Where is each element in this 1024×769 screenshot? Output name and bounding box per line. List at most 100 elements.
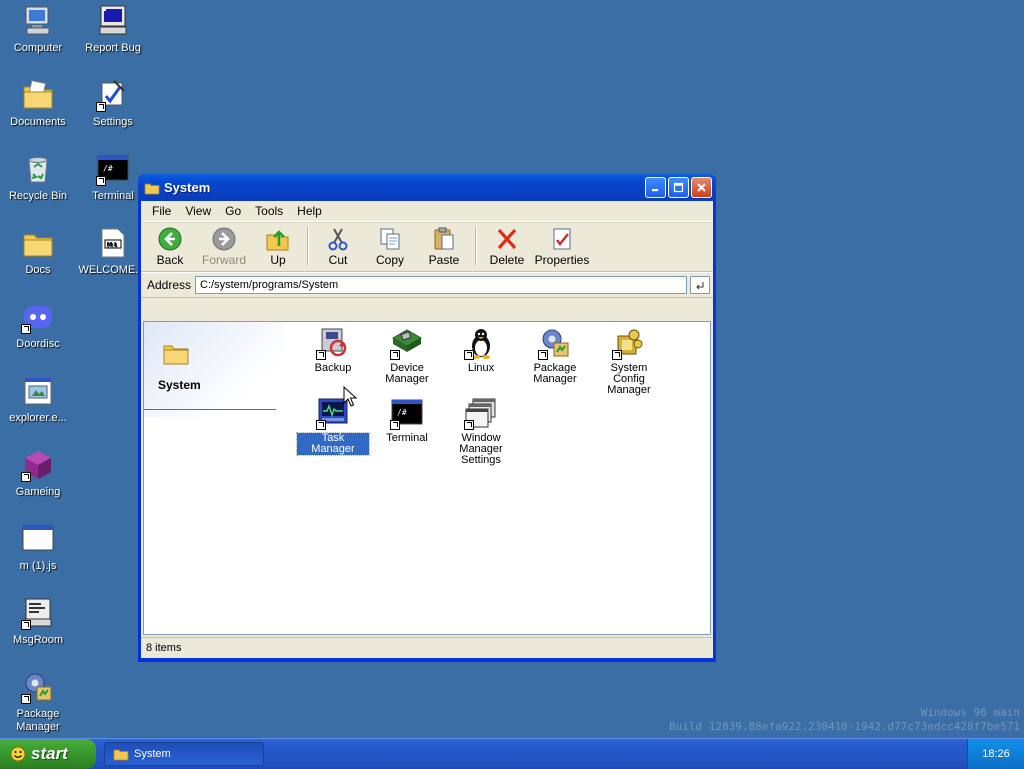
folder-icon [21,226,55,260]
start-label: start [31,744,68,763]
shortcut-arrow-icon [316,350,326,360]
clock[interactable]: 18:26 [982,748,1010,760]
forward-label: Forward [201,253,246,267]
desktop-icon-gameing[interactable]: Gameing [0,448,76,499]
paste-clipboard-icon [431,226,457,252]
delete-button[interactable]: Delete [481,223,533,267]
start-button[interactable]: start [0,739,96,769]
desktop-icon-m-js[interactable]: m (1).js [0,522,76,573]
shortcut-arrow-icon [390,350,400,360]
folder-icon [162,340,190,366]
desktop-icon-msgroom[interactable]: MsgRoom [0,596,76,647]
delete-x-icon [494,226,520,252]
toolbar: Back Forward Up Cut Copy Paste Delete Pr… [141,222,713,272]
desktop-icon-settings[interactable]: Settings [75,78,151,129]
close-button[interactable] [691,177,712,198]
taskbar: start System 18:26 [0,738,1024,769]
doordisc-icon [21,300,55,334]
file-item-terminal[interactable]: /# Terminal [371,396,443,444]
folder-icon [113,749,129,761]
file-item-linux[interactable]: Linux [445,326,517,374]
shortcut-arrow-icon [21,694,31,704]
properties-button[interactable]: Properties [533,223,591,267]
documents-folder-icon [21,78,55,112]
file-view[interactable]: System Backup Device Manager Linux Packa… [143,321,711,635]
file-item-label: Device Manager [385,362,429,385]
desktop-icon-label: Docs [25,264,51,276]
desktop-icon-label: m (1).js [19,560,57,572]
forward-button[interactable]: Forward [195,223,253,267]
file-item-window-manager-settings[interactable]: Window Manager Settings [445,396,517,466]
desktop-icon-explorer-exe[interactable]: explorer.e... [0,374,76,425]
copy-icon [377,226,403,252]
folder-icon [144,181,160,195]
side-panel-title: System [158,378,201,392]
taskbar-item-system[interactable]: System [104,742,264,766]
desktop-icon-doordisc[interactable]: Doordisc [0,300,76,351]
file-item-system-config-manager[interactable]: System Config Manager [593,326,665,396]
copy-button[interactable]: Copy [363,223,417,267]
file-item-package-manager[interactable]: Package Manager [519,326,591,385]
file-item-label: Task Manager [296,432,370,456]
file-item-task-manager[interactable]: Task Manager [296,396,370,456]
system-tray: 18:26 [967,739,1024,769]
menu-tools[interactable]: Tools [248,204,290,218]
file-item-device-manager[interactable]: Device Manager [371,326,443,385]
desktop-icon-package-manager[interactable]: Package Manager [0,670,76,734]
minimize-button[interactable] [645,177,666,198]
computer-icon [21,4,55,38]
window-titlebar[interactable]: System [138,174,716,201]
cut-button[interactable]: Cut [313,223,363,267]
desktop-icon-computer[interactable]: Computer [0,4,76,55]
back-button[interactable]: Back [145,223,195,267]
paste-button[interactable]: Paste [417,223,471,267]
desktop-icon-label: Computer [13,42,63,54]
side-panel: System [144,322,284,417]
status-bar: 8 items [141,637,713,658]
window-manager-icon [464,396,498,430]
shortcut-arrow-icon [96,102,106,112]
status-text: 8 items [146,642,182,654]
desktop-icon-report-bug[interactable]: Report Bug [75,4,151,55]
toolbar-separator [475,227,477,265]
address-bar: Address C:/system/programs/System [141,272,713,298]
address-label: Address [147,278,192,292]
desktop-icon-label: Package Manager [16,708,60,733]
menu-go[interactable]: Go [218,204,248,218]
taskbar-item-label: System [134,748,171,760]
menu-help[interactable]: Help [290,204,329,218]
smiley-icon [10,746,26,762]
go-button[interactable] [690,276,711,294]
window-client: File View Go Tools Help Back Forward Up … [141,201,713,658]
side-panel-divider [144,409,276,410]
menu-view[interactable]: View [178,204,218,218]
forward-arrow-icon [211,226,237,252]
recycle-bin-icon [21,152,55,186]
file-item-label: Terminal [386,432,428,444]
scissors-icon [325,226,351,252]
shortcut-arrow-icon [538,350,548,360]
shortcut-arrow-icon [612,350,622,360]
delete-label: Delete [489,253,525,267]
msgroom-icon [21,596,55,630]
window-title: System [164,180,211,195]
terminal-icon: /# [390,396,424,430]
file-item-backup[interactable]: Backup [297,326,369,374]
desktop-icon-documents[interactable]: Documents [0,78,76,129]
desktop-icon-docs[interactable]: Docs [0,226,76,277]
markdown-file-icon: M⬇ [96,226,130,260]
back-label: Back [156,253,184,267]
desktop-icon-recycle-bin[interactable]: Recycle Bin [0,152,76,203]
settings-icon [96,78,130,112]
maximize-button[interactable] [668,177,689,198]
file-item-label: Package Manager [533,362,577,385]
game-cube-icon [21,448,55,482]
desktop-icon-label: Gameing [15,486,61,498]
up-button[interactable]: Up [253,223,303,267]
menu-file[interactable]: File [145,204,178,218]
svg-text:/#: /# [103,164,113,173]
address-input[interactable]: C:/system/programs/System [195,276,688,294]
report-bug-icon [96,4,130,38]
shortcut-arrow-icon [316,420,326,430]
properties-label: Properties [534,253,590,267]
